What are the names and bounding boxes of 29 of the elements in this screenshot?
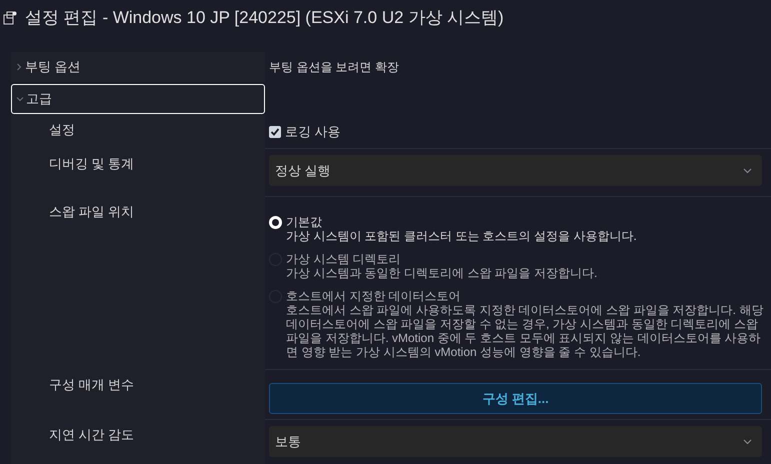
virtual-machine-icon [3,10,17,24]
dropdown[interactable]: 정상 실행 [269,155,762,186]
dropdown-value: 정상 실행 [275,162,331,180]
setting-label: 디버깅 및 통계 [49,156,134,171]
option-description: 호스트에서 스왑 파일에 사용하도록 지정한 데이터스토어에 스왑 파일을 저장합니다. 해당 데이터스토어에 스왑 파일을 저장할 수 없는 경우, 가상 시스템과 동일한 디렉토리에 스왑 파일을 저장합니다. vMotion 중에 두 호스트 모두에 표시되지 않는 데이터스토어를 사용하면 영향 받는 가상 시스템의 vMotion 성능에 영향을 줄 수 있습니다. [286,303,764,359]
section-summary: 부팅 옵션을 보려면 확장 [268,59,400,76]
section-label: 부팅 옵션 [25,58,81,76]
option-description: 가상 시스템이 포함된 클러스터 또는 호스트의 설정을 사용합니다. [286,229,637,243]
dropdown[interactable]: 보통 [269,426,762,457]
chevron-right-icon [15,63,23,71]
option-title: 가상 시스템 디렉토리 [286,252,402,266]
setting-label: 설정 [49,122,75,137]
chevron-down-icon [743,438,752,444]
option-title: 기본값 [286,215,323,229]
option-description: 가상 시스템과 동일한 디렉토리에 스왑 파일을 저장합니다. [286,266,598,280]
dropdown-value: 보통 [275,432,301,451]
chevron-down-icon [743,168,752,174]
setting-label: 구성 매개 변수 [49,377,134,392]
option-title: 호스트에서 지정한 데이터스토어 [286,289,462,303]
edit-configuration-button[interactable]: 구성 편집... [269,383,762,414]
section-header[interactable]: 부팅 옵션 [11,52,265,82]
checkbox-label: 로깅 사용 [285,123,341,141]
section-header[interactable]: 고급 [11,84,265,114]
setting-label: 지연 시간 감도 [49,427,134,442]
chevron-down-icon [16,95,24,103]
window-title: 설정 편집 - Windows 10 JP [240225] (ESXi 7.0 U2 가상 시스템) [25,6,504,29]
section-label: 고급 [26,90,52,108]
setting-label: 스왑 파일 위치 [49,204,134,219]
checkbox[interactable] [269,126,281,138]
